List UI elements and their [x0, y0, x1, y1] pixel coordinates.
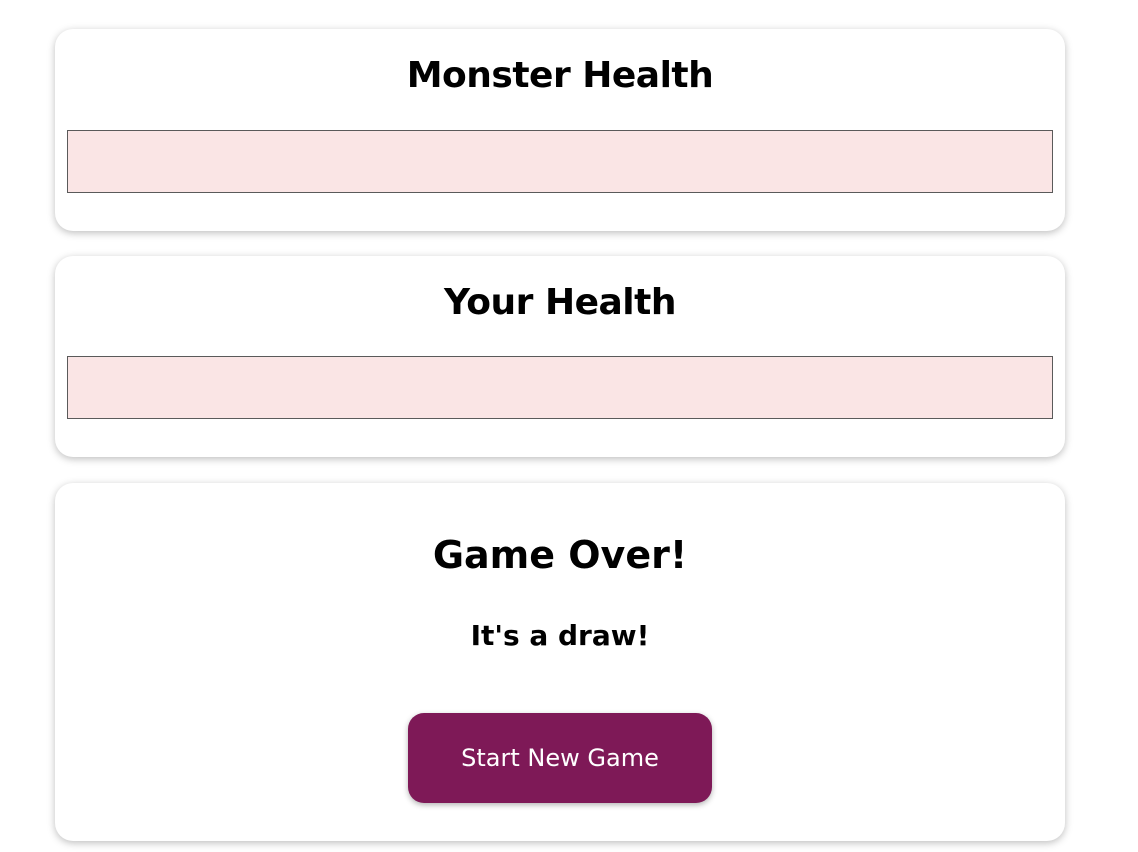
- player-health-title: Your Health: [444, 282, 676, 323]
- monster-healthbar: [67, 130, 1053, 193]
- start-new-game-button[interactable]: Start New Game: [408, 713, 712, 803]
- game-over-panel: Game Over! It's a draw! Start New Game: [55, 483, 1065, 841]
- game-result-message: It's a draw!: [470, 619, 650, 652]
- monster-health-title: Monster Health: [406, 55, 714, 96]
- monster-health-panel: Monster Health: [55, 29, 1065, 231]
- game-over-title: Game Over!: [432, 533, 688, 577]
- player-healthbar: [67, 356, 1053, 419]
- player-health-panel: Your Health: [55, 256, 1065, 457]
